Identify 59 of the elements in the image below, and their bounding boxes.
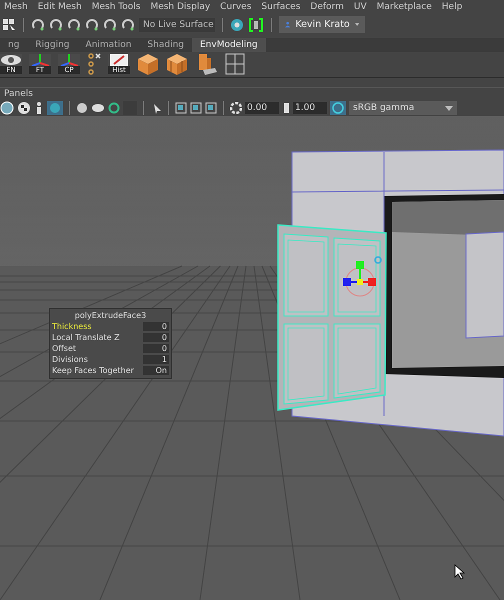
panel-title: polyExtrudeFace3 xyxy=(74,311,146,320)
shelf-tab[interactable]: ng xyxy=(0,38,28,52)
attribute-label[interactable]: Thickness xyxy=(52,322,92,331)
magnet-icon[interactable] xyxy=(85,18,99,32)
user-icon xyxy=(285,19,290,30)
exposure-field[interactable]: 0.00 xyxy=(245,102,279,114)
attribute-value-field[interactable]: On xyxy=(143,366,169,375)
menu-item[interactable]: Mesh Tools xyxy=(92,2,140,12)
shelf-tab[interactable]: EnvModeling xyxy=(192,38,266,52)
checker-icon[interactable] xyxy=(17,101,31,116)
frame-icon[interactable] xyxy=(190,102,202,114)
shelf-tab[interactable]: Shading xyxy=(139,38,192,52)
attribute-label[interactable]: Local Translate Z xyxy=(52,333,120,342)
magnet-icon[interactable] xyxy=(67,18,81,32)
grid-icon[interactable] xyxy=(224,52,246,76)
frame-icon[interactable] xyxy=(205,102,217,114)
caret-icon xyxy=(445,106,453,111)
magnet-icon[interactable] xyxy=(49,18,63,32)
live-surface-field[interactable]: No Live Surface xyxy=(139,18,215,32)
color-space-dropdown[interactable]: sRGB gamma xyxy=(349,101,457,116)
move-manipulator-icon xyxy=(343,256,382,296)
magnet-icon[interactable] xyxy=(103,18,117,32)
select-icon[interactable] xyxy=(2,18,16,32)
attribute-label[interactable]: Offset xyxy=(52,344,76,353)
bracket-icon[interactable] xyxy=(248,16,264,33)
wireframe-icon[interactable] xyxy=(0,101,14,116)
aperture-icon[interactable] xyxy=(230,102,242,114)
shelf-tab[interactable]: Animation xyxy=(78,38,140,52)
cube-icon[interactable] xyxy=(137,52,159,76)
menu-item[interactable]: Curves xyxy=(220,2,252,12)
chain-icon[interactable] xyxy=(87,52,101,76)
gamma-field[interactable]: 1.00 xyxy=(293,102,327,114)
menu-item[interactable]: Help xyxy=(442,2,462,12)
color-management-icon[interactable] xyxy=(330,101,346,116)
target-icon[interactable] xyxy=(230,18,244,32)
gamma-icon[interactable] xyxy=(282,102,290,114)
panels-menu[interactable]: Panels xyxy=(4,89,33,100)
frame-icon[interactable] xyxy=(175,102,187,114)
menu-item[interactable]: Mesh Display xyxy=(150,2,210,12)
attribute-value-field[interactable]: 0 xyxy=(143,333,169,342)
attribute-label[interactable]: Divisions xyxy=(52,355,88,364)
user-menu[interactable]: Kevin Krato xyxy=(279,16,365,34)
attribute-value-field[interactable]: 0 xyxy=(143,322,169,331)
menu-item[interactable]: Mesh xyxy=(4,2,28,12)
shelf-tab[interactable]: Rigging xyxy=(27,38,78,52)
cursor-icon xyxy=(454,564,466,580)
attribute-label[interactable]: Keep Faces Together xyxy=(52,366,134,375)
menu-item[interactable]: Marketplace xyxy=(376,2,432,12)
magnet-icon[interactable] xyxy=(121,18,135,32)
magnet-icon[interactable] xyxy=(31,18,45,32)
menu-item[interactable]: Edit Mesh xyxy=(38,2,82,12)
menu-item[interactable]: Surfaces xyxy=(261,2,300,12)
attribute-value-field[interactable]: 0 xyxy=(143,344,169,353)
attribute-value-field[interactable]: 1 xyxy=(143,355,169,364)
menu-item[interactable]: UV xyxy=(354,2,367,12)
boxes-icon[interactable] xyxy=(166,52,188,76)
caret-icon xyxy=(354,22,359,28)
menu-item[interactable]: Deform xyxy=(310,2,344,12)
ring-icon[interactable] xyxy=(108,102,120,114)
